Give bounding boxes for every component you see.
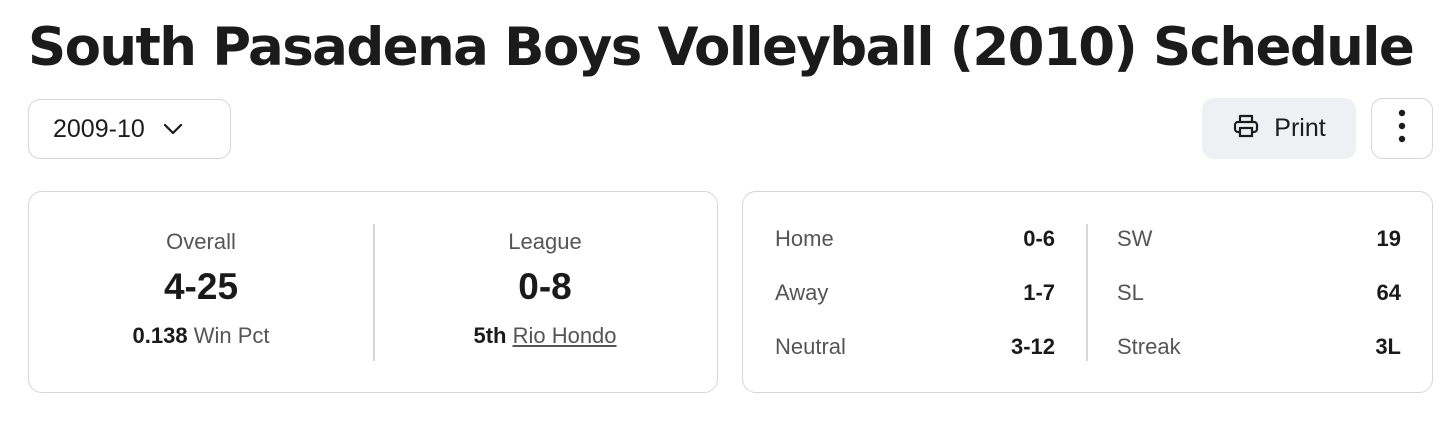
- league-link[interactable]: Rio Hondo: [513, 323, 617, 348]
- split-value: 3-12: [1010, 334, 1055, 359]
- league-standing: 5th Rio Hondo: [373, 323, 717, 349]
- print-label: Print: [1274, 114, 1326, 142]
- record-card: Overall 4-25 0.138 Win Pct League 0-8 5t…: [28, 191, 718, 393]
- league-place: 5th: [473, 323, 507, 348]
- split-row-home: Home 0-6: [775, 224, 1055, 254]
- season-select-value: 2009-10: [53, 114, 145, 143]
- split-row-away: Away 1-7: [775, 278, 1055, 308]
- more-options-button[interactable]: [1371, 98, 1433, 159]
- win-pct-label: Win Pct: [193, 323, 270, 348]
- split-label: Home: [775, 226, 834, 251]
- split-value: 19: [1376, 226, 1401, 251]
- split-value: 3L: [1375, 334, 1401, 359]
- overall-value: 4-25: [163, 266, 239, 307]
- split-row-sw: SW 19: [1117, 224, 1401, 254]
- split-label: Neutral: [775, 334, 846, 359]
- split-label: SW: [1117, 226, 1153, 251]
- win-pct-value: 0.138: [132, 323, 188, 348]
- splits-card: Home 0-6 Away 1-7 Neutral 3-12 SW 19 SL …: [742, 191, 1433, 393]
- schedule-page: South Pasadena Boys Volleyball (2010) Sc…: [0, 0, 1456, 433]
- divider: [1086, 224, 1088, 361]
- overall-label: Overall: [166, 229, 236, 254]
- overall-record: Overall 4-25 0.138 Win Pct: [29, 192, 373, 392]
- split-row-neutral: Neutral 3-12: [775, 332, 1055, 362]
- split-label: Away: [775, 280, 829, 305]
- split-label: Streak: [1117, 334, 1181, 359]
- split-row-sl: SL 64: [1117, 278, 1401, 308]
- split-value: 1-7: [1023, 280, 1055, 305]
- chevron-down-icon: [161, 117, 185, 141]
- season-select[interactable]: 2009-10: [28, 99, 231, 159]
- split-value: 0-6: [1023, 226, 1055, 251]
- vertical-dots-icon: [1398, 109, 1406, 148]
- split-row-streak: Streak 3L: [1117, 332, 1401, 362]
- printer-icon: [1232, 112, 1260, 145]
- split-value: 64: [1376, 280, 1401, 305]
- league-record: League 0-8 5th Rio Hondo: [373, 192, 717, 392]
- league-value: 0-8: [518, 266, 572, 307]
- split-label: SL: [1117, 280, 1144, 305]
- print-button[interactable]: Print: [1202, 98, 1356, 159]
- win-pct: 0.138 Win Pct: [29, 323, 373, 349]
- league-label: League: [508, 229, 582, 254]
- page-title: South Pasadena Boys Volleyball (2010) Sc…: [28, 17, 1415, 78]
